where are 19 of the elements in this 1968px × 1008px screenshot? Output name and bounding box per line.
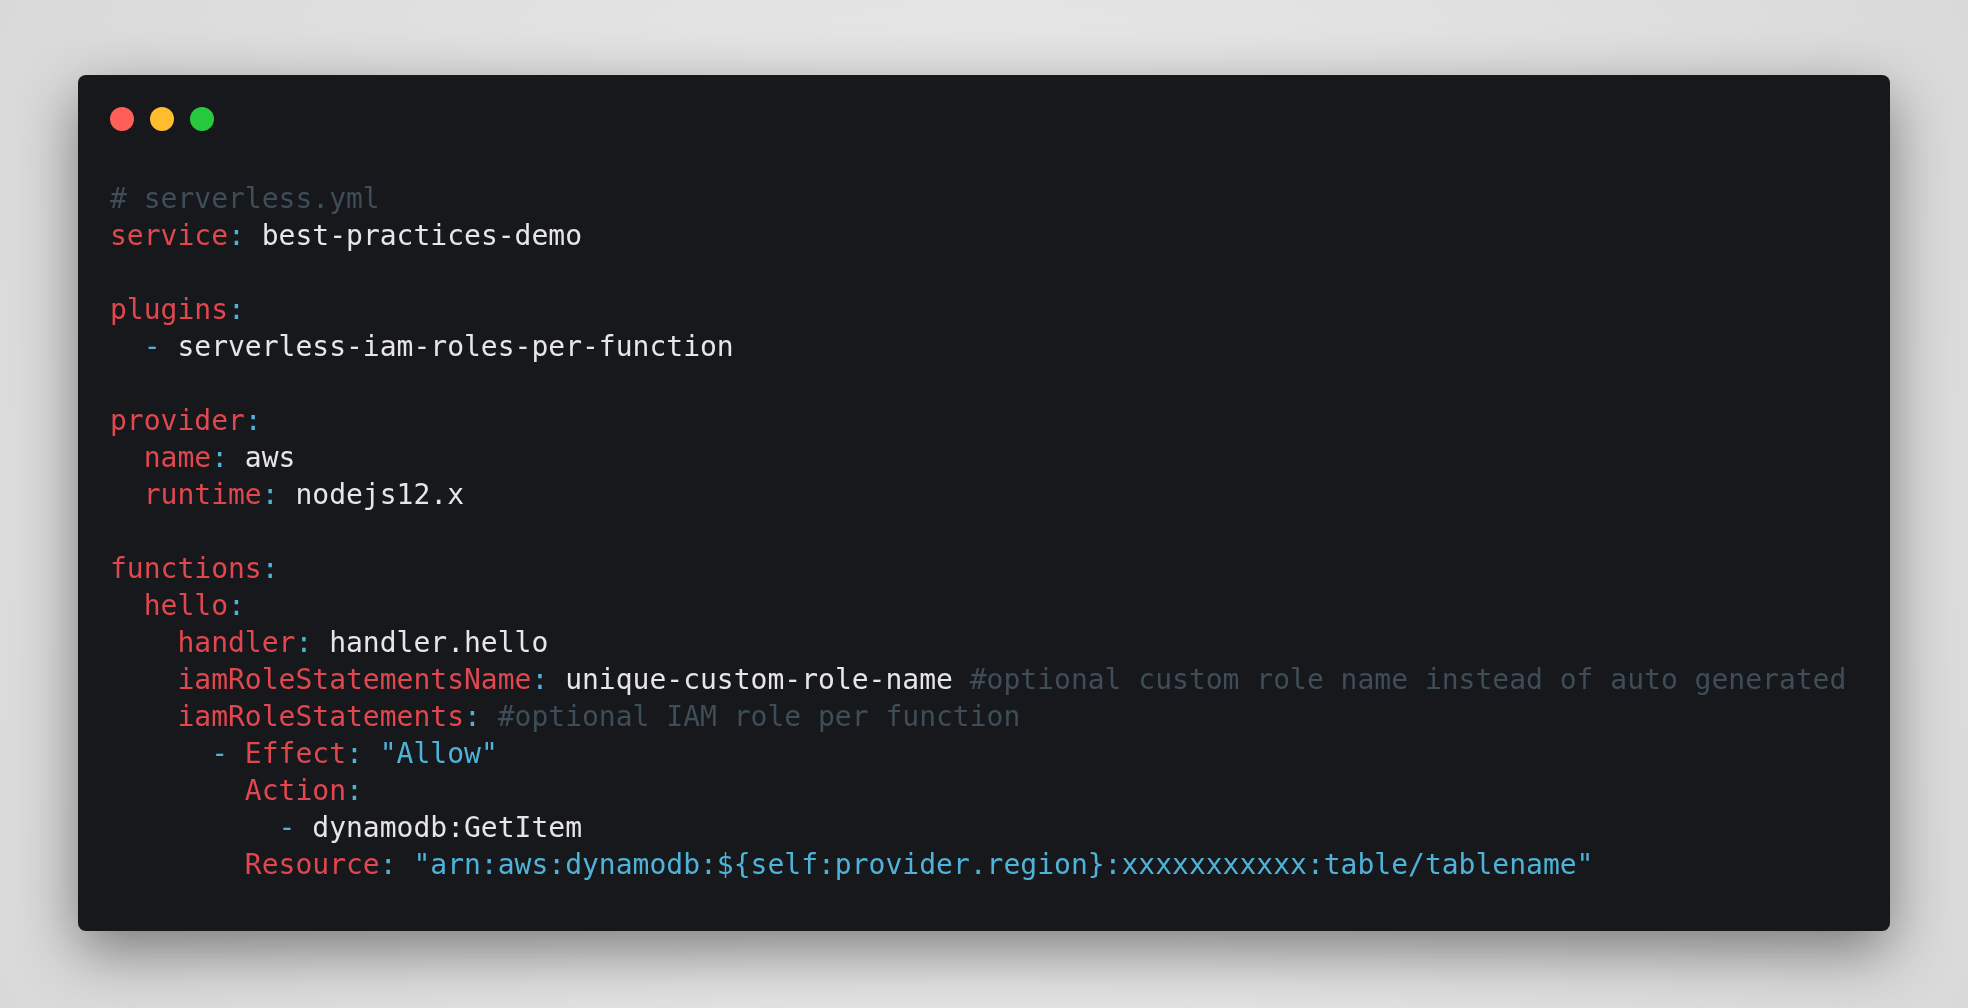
- code-line: name: aws: [143, 441, 296, 474]
- code-line: service: best-practices-demo: [110, 219, 583, 252]
- code-line: functions:: [110, 552, 279, 585]
- code-line: Resource: "arn:aws:dynamodb:${self:provider.region}:xxxxxxxxxxx:table/tablename": [244, 848, 1594, 881]
- close-button[interactable]: [110, 107, 134, 131]
- code-line: - serverless-iam-roles-per-function: [143, 330, 734, 363]
- code-line: runtime: nodejs12.x: [143, 478, 464, 511]
- code-line: Action:: [244, 774, 363, 807]
- minimize-button[interactable]: [150, 107, 174, 131]
- code-line: provider:: [110, 404, 262, 437]
- code-line: iamRoleStatements: #optional IAM role per function: [177, 700, 1021, 733]
- code-line: iamRoleStatementsName: unique-custom-role-name #optional custom role name instead of auto generated: [177, 663, 1847, 696]
- code-line: - dynamodb:GetItem: [278, 811, 582, 844]
- code-line: - Effect: "Allow": [211, 737, 498, 770]
- code-line: handler: handler.hello: [177, 626, 549, 659]
- code-line: hello:: [143, 589, 245, 622]
- zoom-button[interactable]: [190, 107, 214, 131]
- code-line: plugins:: [110, 293, 245, 326]
- code-line: # serverless.yml: [110, 182, 380, 215]
